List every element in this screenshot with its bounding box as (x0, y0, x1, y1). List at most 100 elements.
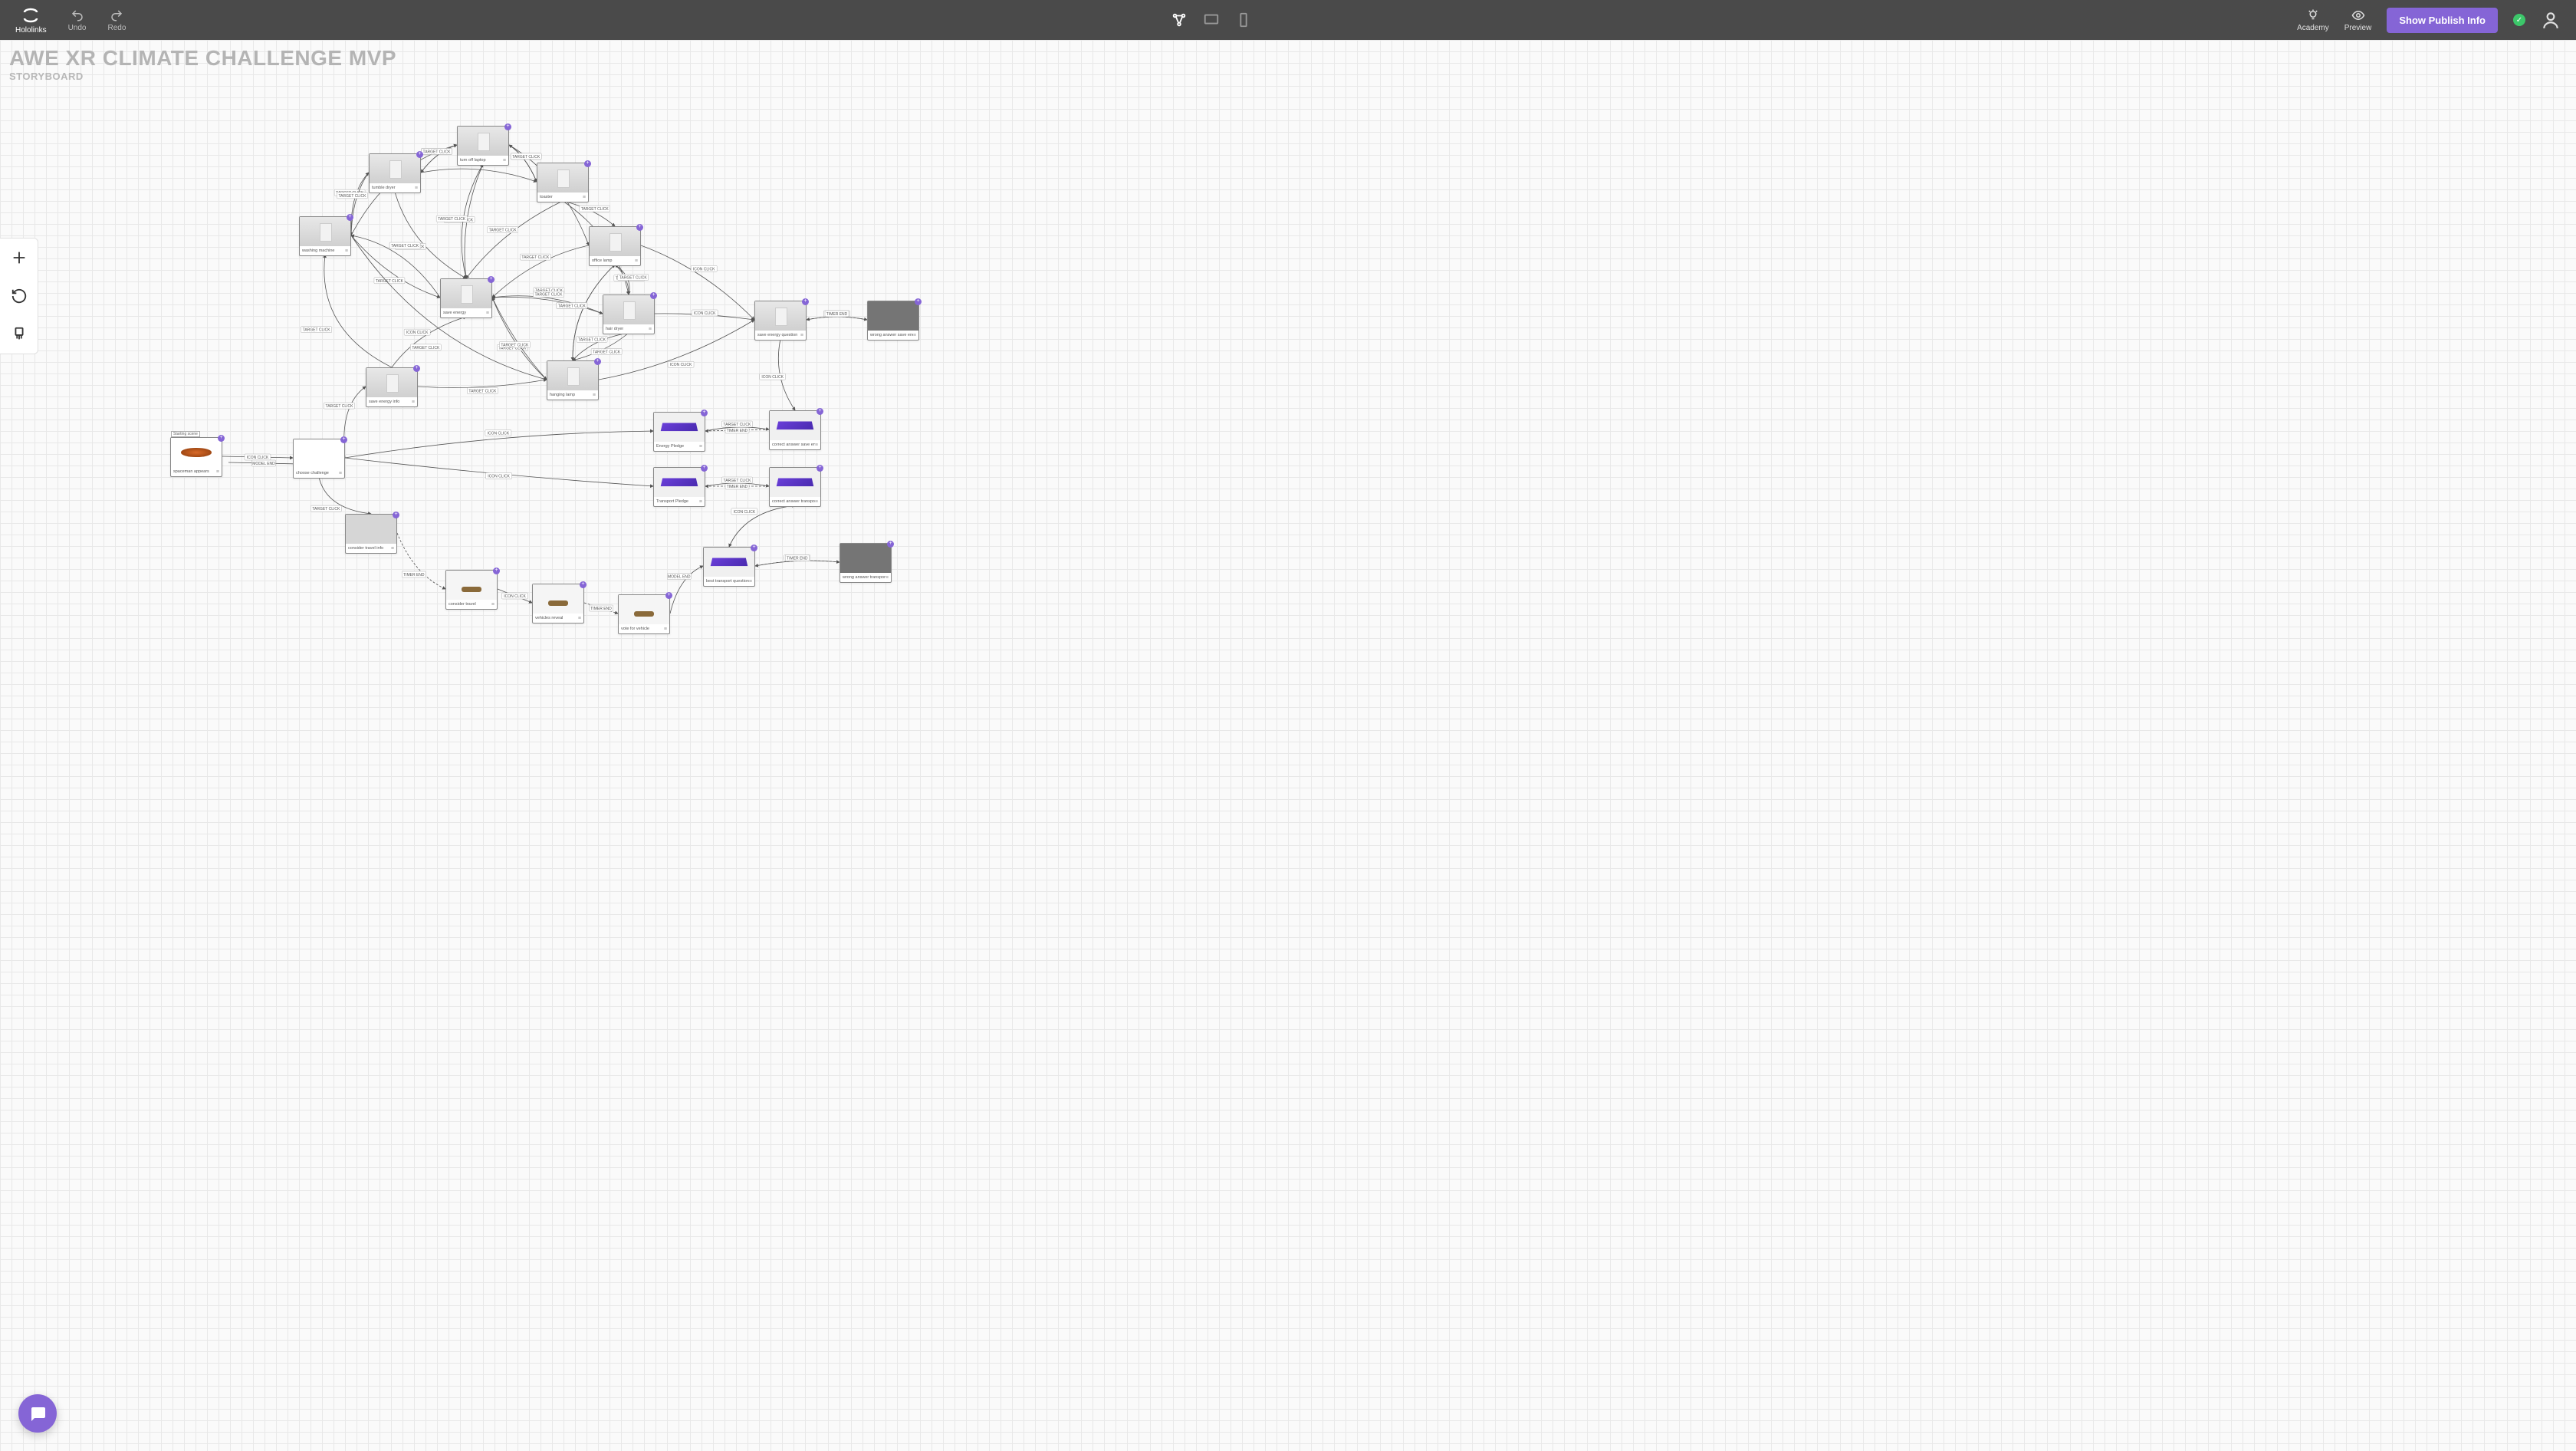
chat-icon (28, 1404, 47, 1423)
node-menu-icon[interactable]: ≡ (486, 311, 489, 316)
node-menu-icon[interactable]: ≡ (503, 158, 506, 163)
node-add-button[interactable]: + (636, 224, 643, 231)
node-add-button[interactable]: + (802, 298, 809, 305)
storyboard-node[interactable]: save energy question ≡ + (754, 301, 807, 341)
node-add-button[interactable]: + (701, 410, 708, 416)
redo-button[interactable]: Redo (107, 8, 126, 32)
node-menu-icon[interactable]: ≡ (913, 333, 916, 338)
node-menu-icon[interactable]: ≡ (391, 546, 394, 551)
storyboard-node[interactable]: vehicles reveal ≡ + (532, 584, 584, 624)
node-menu-icon[interactable]: ≡ (583, 195, 586, 200)
chat-widget-button[interactable] (18, 1394, 57, 1433)
node-menu-icon[interactable]: ≡ (491, 602, 495, 607)
node-add-button[interactable]: + (584, 160, 591, 167)
storyboard-node[interactable]: office lamp ≡ + (589, 226, 641, 266)
redo-icon (110, 8, 123, 22)
storyboard-node[interactable]: wrong answer transport ≡ + (840, 543, 892, 583)
graph-icon (1171, 12, 1188, 28)
node-add-button[interactable]: + (416, 151, 423, 158)
storyboard-node[interactable]: best transport question ≡ + (703, 547, 755, 587)
node-add-button[interactable]: + (504, 123, 511, 130)
node-menu-icon[interactable]: ≡ (886, 575, 889, 581)
node-add-button[interactable]: + (413, 365, 420, 372)
storyboard-node[interactable]: Energy Pledge ≡ + (653, 412, 705, 452)
storyboard-node[interactable]: Starting scene spaceman appears ≡ + (170, 437, 222, 477)
add-tool-button[interactable] (0, 239, 38, 277)
node-add-button[interactable]: + (887, 541, 894, 548)
node-add-button[interactable]: + (665, 592, 672, 599)
storyboard-node[interactable]: correct answer save energy ≡ + (769, 410, 821, 450)
node-add-button[interactable]: + (751, 545, 757, 551)
node-menu-icon[interactable]: ≡ (412, 400, 415, 405)
node-menu-icon[interactable]: ≡ (415, 186, 418, 191)
node-menu-icon[interactable]: ≡ (664, 627, 667, 632)
academy-button[interactable]: Academy (2297, 8, 2329, 32)
desktop-view-button[interactable] (1203, 12, 1220, 28)
preview-button[interactable]: Preview (2344, 8, 2372, 32)
storyboard-node[interactable]: tumble dryer ≡ + (369, 153, 421, 193)
node-label: wrong answer save energy (870, 333, 913, 337)
node-menu-icon[interactable]: ≡ (216, 469, 219, 475)
node-footer: correct answer save energy ≡ (770, 440, 820, 449)
storyboard-node[interactable]: save energy info ≡ + (366, 367, 418, 407)
brush-tool-button[interactable] (0, 315, 38, 354)
node-add-button[interactable]: + (393, 512, 399, 518)
storyboard-node[interactable]: vote for vehicle ≡ + (618, 594, 670, 634)
view-mode-toggle (147, 12, 2275, 28)
node-add-button[interactable]: + (347, 214, 353, 221)
node-add-button[interactable]: + (650, 292, 657, 299)
user-icon[interactable] (2541, 10, 2561, 30)
history-tool-button[interactable] (0, 277, 38, 315)
node-menu-icon[interactable]: ≡ (339, 471, 342, 476)
node-menu-icon[interactable]: ≡ (593, 393, 596, 398)
node-menu-icon[interactable]: ≡ (649, 327, 652, 332)
storyboard-node[interactable]: consider travel ≡ + (445, 570, 498, 610)
node-add-button[interactable]: + (218, 435, 225, 442)
storyboard-node[interactable]: Transport Pledge ≡ + (653, 467, 705, 507)
canvas[interactable]: ICON CLICKMODEL ENDTARGET CLICKTARGET CL… (0, 40, 2576, 1451)
storyboard-node[interactable]: hair dryer ≡ + (603, 294, 655, 334)
node-add-button[interactable]: + (816, 408, 823, 415)
node-menu-icon[interactable]: ≡ (345, 248, 348, 254)
storyboard-node[interactable]: correct answer transport ≡ + (769, 467, 821, 507)
node-add-button[interactable]: + (594, 358, 601, 365)
node-label: Energy Pledge (656, 444, 684, 449)
node-menu-icon[interactable]: ≡ (800, 333, 803, 338)
storyboard-node[interactable]: hanging lamp ≡ + (547, 360, 599, 400)
node-menu-icon[interactable]: ≡ (815, 443, 818, 448)
node-menu-icon[interactable]: ≡ (578, 616, 581, 621)
node-thumbnail (868, 301, 918, 331)
undo-button[interactable]: Undo (68, 8, 87, 32)
node-menu-icon[interactable]: ≡ (699, 444, 702, 449)
node-menu-icon[interactable]: ≡ (699, 499, 702, 505)
storyboard-node[interactable]: wrong answer save energy ≡ + (867, 301, 919, 341)
node-label: wrong answer transport (843, 575, 886, 580)
storyboard-node[interactable]: washing machine ≡ + (299, 216, 351, 256)
storyboard-node[interactable]: choose challenge ≡ + (293, 439, 345, 479)
node-menu-icon[interactable]: ≡ (749, 579, 752, 584)
node-add-button[interactable]: + (915, 298, 922, 305)
storyboard-node[interactable]: turn off laptop ≡ + (457, 126, 509, 166)
storyboard-node[interactable]: save energy ≡ + (440, 278, 492, 318)
node-menu-icon[interactable]: ≡ (635, 258, 638, 264)
node-thumbnail (446, 571, 497, 600)
storyboard-node[interactable]: consider travel info ≡ + (345, 514, 397, 554)
node-add-button[interactable]: + (816, 465, 823, 472)
brand-logo[interactable]: Hololinks (15, 6, 47, 35)
node-add-button[interactable]: + (701, 465, 708, 472)
storyboard-view-button[interactable] (1171, 12, 1188, 28)
node-label: save energy info (369, 400, 399, 404)
node-add-button[interactable]: + (488, 276, 495, 283)
node-thumbnail (441, 279, 491, 308)
preview-label: Preview (2344, 24, 2372, 32)
node-footer: toaster ≡ (537, 192, 588, 202)
node-menu-icon[interactable]: ≡ (815, 499, 818, 505)
title-area: AWE XR CLIMATE CHALLENGE MVP STORYBOARD (9, 46, 396, 82)
storyboard-node[interactable]: toaster ≡ + (537, 163, 589, 202)
node-add-button[interactable]: + (493, 568, 500, 574)
page-title: AWE XR CLIMATE CHALLENGE MVP (9, 46, 396, 71)
mobile-view-button[interactable] (1235, 12, 1252, 28)
publish-button[interactable]: Show Publish Info (2387, 8, 2498, 33)
node-add-button[interactable]: + (580, 581, 586, 588)
node-add-button[interactable]: + (340, 436, 347, 443)
